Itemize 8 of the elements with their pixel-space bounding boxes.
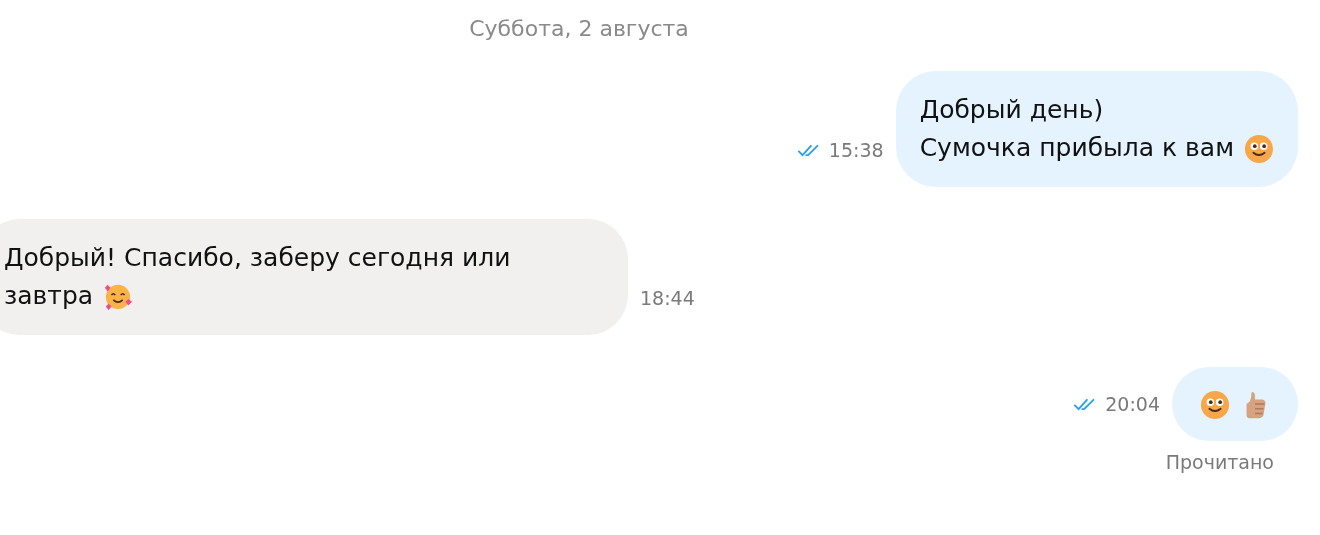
message-time: 18:44 bbox=[640, 287, 695, 309]
message-time: 20:04 bbox=[1105, 393, 1160, 415]
message-text: Добрый день) bbox=[919, 95, 1104, 124]
date-divider: Суббота, 2 августа bbox=[468, 16, 690, 41]
read-status: Прочитано bbox=[1165, 451, 1274, 473]
message-time: 15:38 bbox=[828, 139, 884, 161]
message-text: Сумочка прибыла к вам bbox=[919, 133, 1234, 162]
message-text: Добрый! Спасибо, заберу сегодня или завтра bbox=[4, 243, 511, 310]
